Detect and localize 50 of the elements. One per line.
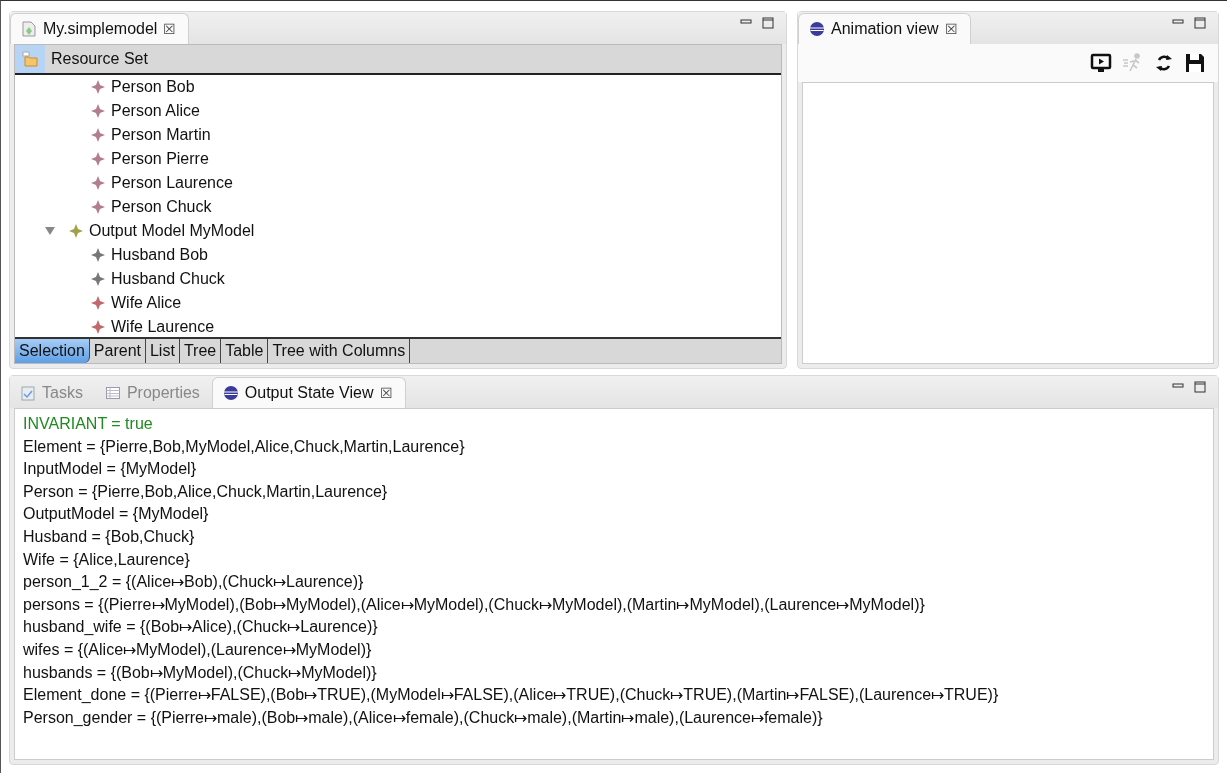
state-line: Husband = {Bob,Chuck} — [23, 526, 196, 547]
state-line: Person = {Pierre,Bob,Alice,Chuck,Martin,Laurence} — [23, 481, 389, 502]
state-line: wifes = {(Alice↦MyModel),(Laurence↦MyModel)} — [23, 639, 373, 660]
maximize-icon[interactable] — [762, 17, 774, 29]
model-file-icon — [21, 21, 37, 37]
sphere-icon — [809, 21, 825, 37]
tree-item[interactable]: Person Chuck — [111, 198, 212, 216]
close-icon[interactable]: ☒ — [163, 21, 177, 37]
tree-root-item[interactable]: Resource Set — [15, 45, 781, 75]
tree-item[interactable]: Husband Bob — [111, 246, 208, 264]
maximize-icon[interactable] — [1194, 17, 1206, 29]
state-line: husbands = {(Bob↦MyModel),(Chuck↦MyModel)} — [23, 662, 378, 683]
tree-item[interactable]: Husband Chuck — [111, 270, 225, 288]
save-icon[interactable] — [1184, 52, 1206, 74]
view-tab[interactable]: Selection — [15, 339, 90, 363]
expanded-triangle-icon[interactable] — [45, 226, 55, 236]
output-tab[interactable]: Output State View ☒ — [211, 377, 406, 408]
state-line: Person_gender = {(Pierre↦male),(Bob↦male),(Alice↦female),(Chuck↦male),(Martin↦male),(Laurence↦female)} — [23, 707, 824, 728]
state-line: husband_wife = {(Bob↦Alice),(Chuck↦Laurence)} — [23, 617, 379, 638]
sphere-icon — [222, 385, 239, 401]
close-icon[interactable]: ☒ — [379, 385, 393, 401]
tree-item[interactable]: Person Bob — [111, 78, 195, 96]
state-line: OutputModel = {MyModel} — [23, 504, 210, 525]
tasks-tab-title: Tasks — [42, 384, 83, 402]
play-screen-icon[interactable] — [1090, 52, 1112, 74]
tree-item[interactable]: Person Laurence — [111, 174, 233, 192]
invariant-line: INVARIANT = true — [23, 414, 154, 434]
output-tab-title: Output State View — [244, 384, 374, 402]
tree-item[interactable]: Output Model MyModel — [89, 222, 255, 240]
editor-tab-title: My.simplemodel — [43, 20, 158, 38]
tree-item[interactable]: Person Alice — [111, 102, 200, 120]
clipboard-check-icon — [20, 385, 36, 401]
animation-tab[interactable]: Animation view ☒ — [798, 13, 971, 44]
refresh-icon[interactable] — [1154, 52, 1174, 74]
table-icon — [104, 385, 121, 401]
tree-item[interactable]: Wife Laurence — [111, 318, 215, 336]
state-line: InputModel = {MyModel} — [23, 459, 197, 480]
state-line: persons = {(Pierre↦MyModel),(Bob↦MyModel),(Alice↦MyModel),(Chuck↦MyModel),(Martin↦MyModel),(Laurence↦MyModel)} — [23, 594, 926, 615]
properties-tab-title: Properties — [126, 384, 200, 402]
editor-tab[interactable]: My.simplemodel ☒ — [10, 13, 190, 44]
state-line: Wife = {Alice,Laurence} — [23, 549, 191, 570]
state-line: Element_done = {(Pierre↦FALSE),(Bob↦TRUE),(MyModel↦FALSE),(Alice↦TRUE),(Chuck↦TRUE),(Martin↦FALSE),(Laurence↦TRUE)} — [23, 685, 1000, 706]
tree-item[interactable]: Person Martin — [111, 126, 211, 144]
tree-item[interactable]: Wife Alice — [111, 294, 182, 312]
animation-tab-title: Animation view — [831, 20, 939, 38]
tree-item[interactable]: Person Pierre — [111, 150, 209, 168]
maximize-icon[interactable] — [1194, 381, 1206, 393]
close-icon[interactable]: ☒ — [944, 21, 958, 37]
state-line: person_1_2 = {(Alice↦Bob),(Chuck↦Laurence)} — [23, 572, 365, 593]
state-line: Element = {Pierre,Bob,MyModel,Alice,Chuck,Martin,Laurence} — [23, 436, 466, 457]
